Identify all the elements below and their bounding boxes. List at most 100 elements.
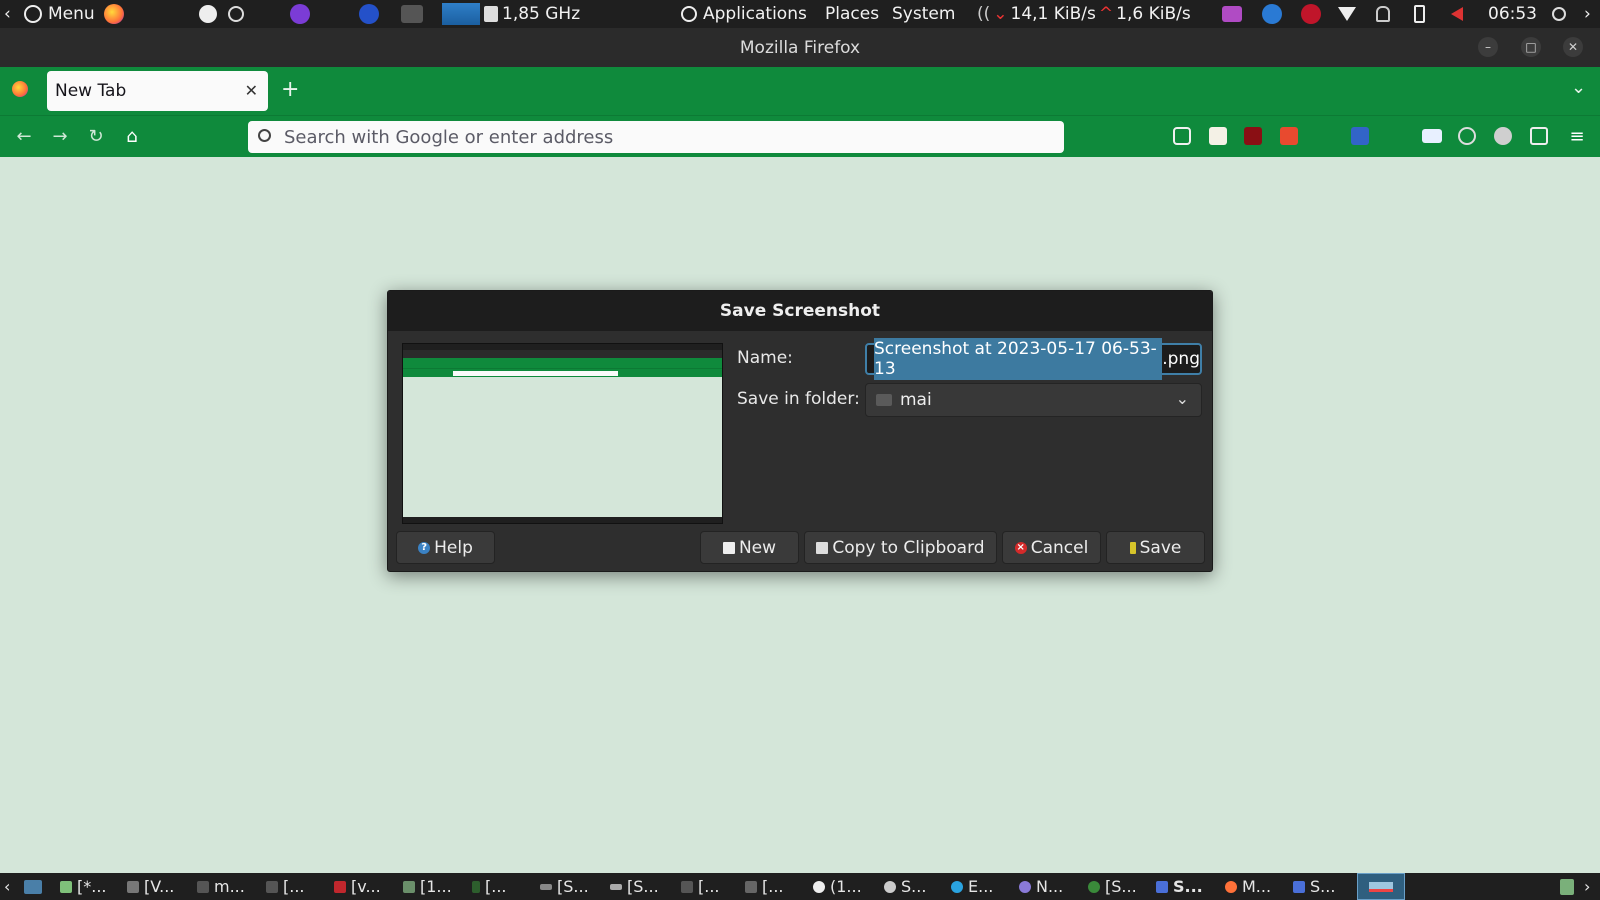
url-bar[interactable]: Search with Google or enter address [248, 121, 1064, 153]
minimize-icon[interactable]: – [1478, 37, 1498, 57]
text-editor-icon [60, 880, 72, 893]
filename-input[interactable]: Screenshot at 2023-05-17 06-53-13 .png [865, 338, 1202, 380]
extensions-puzzle-icon[interactable] [1530, 127, 1548, 145]
taskbar-item[interactable]: [... [472, 873, 507, 900]
translate-extension-icon[interactable] [1351, 127, 1369, 145]
maximize-icon[interactable]: □ [1521, 37, 1541, 57]
wifi-icon[interactable] [1338, 0, 1356, 28]
reload-icon[interactable]: ↻ [84, 124, 108, 148]
home-icon[interactable]: ⌂ [120, 124, 144, 148]
menu-label: Menu [48, 4, 95, 24]
hamburger-menu-icon[interactable]: ≡ [1565, 124, 1589, 148]
panel-right-arrow-icon[interactable]: › [1584, 0, 1591, 28]
taskbar-item[interactable]: N... [1019, 873, 1063, 900]
applications-label: Applications [703, 4, 807, 24]
cloud-extension-icon[interactable] [1494, 127, 1512, 145]
taskbar-item[interactable]: [V... [127, 873, 174, 900]
save-arrow-icon [1129, 541, 1136, 554]
terminal-icon [266, 880, 278, 893]
opera-icon [813, 880, 825, 893]
firefox-launcher-icon[interactable] [104, 0, 124, 28]
forward-arrow-icon[interactable]: → [48, 124, 72, 148]
taskbar-item[interactable]: [v... [334, 873, 381, 900]
menu-button[interactable]: Menu [24, 0, 95, 28]
net-down-text: 14,1 KiB/s [1010, 4, 1096, 24]
taskbar-item[interactable]: (1... [813, 873, 862, 900]
clock[interactable]: 06:53 [1488, 0, 1537, 28]
taskbar-item[interactable]: [S... [1088, 873, 1137, 900]
new-document-icon [722, 541, 735, 554]
close-window-icon[interactable]: ✕ [1563, 37, 1583, 57]
window-title: Mozilla Firefox [739, 37, 861, 58]
record-icon[interactable] [1301, 0, 1321, 28]
taskbar-left-arrow-icon[interactable]: ‹ [4, 873, 10, 900]
save-button[interactable]: Save [1106, 531, 1205, 564]
pocket-icon[interactable] [1173, 127, 1191, 145]
applications-menu[interactable]: Applications [681, 0, 807, 28]
firefox-view-icon[interactable] [12, 81, 28, 97]
power-icon[interactable] [1552, 0, 1566, 28]
notifications-icon[interactable] [1376, 0, 1390, 28]
save-folder-combo[interactable]: mai ⌄ [865, 383, 1202, 417]
taskbar-item[interactable]: [... [266, 873, 305, 900]
ublock-icon[interactable] [1244, 127, 1262, 145]
back-arrow-icon[interactable]: ← [12, 124, 36, 148]
net-up-text: 1,6 KiB/s [1116, 4, 1191, 24]
terminal-icon [681, 880, 693, 893]
url-placeholder: Search with Google or enter address [284, 126, 614, 148]
taskbar-item[interactable]: [*... [60, 873, 107, 900]
panel-left-arrow-icon[interactable]: ‹ [4, 0, 11, 28]
navigation-toolbar: ← → ↻ ⌂ Search with Google or enter addr… [0, 115, 1600, 157]
globe-extension-icon[interactable] [1458, 127, 1476, 145]
taskbar-item[interactable]: [... [745, 873, 784, 900]
mint-logo-icon [24, 5, 42, 23]
new-button[interactable]: New [700, 531, 799, 564]
weather-icon[interactable] [1262, 0, 1282, 28]
list-all-tabs-chevron-icon[interactable]: ⌄ [1571, 77, 1586, 98]
app-icon [472, 880, 480, 893]
opera-icon[interactable] [359, 0, 379, 28]
down-arrow-icon: ⌄ [993, 4, 1008, 24]
taskbar-item[interactable]: [... [681, 873, 720, 900]
dialog-title: Save Screenshot [388, 291, 1212, 331]
accessibility-icon[interactable] [199, 0, 217, 28]
places-menu[interactable]: Places [825, 0, 879, 28]
help-button[interactable]: ? Help [396, 531, 495, 564]
taskbar-item[interactable]: [S... [610, 873, 659, 900]
cancel-button[interactable]: × Cancel [1002, 531, 1101, 564]
taskbar-item[interactable]: [S... [540, 873, 589, 900]
copy-to-clipboard-button[interactable]: Copy to Clipboard [804, 531, 997, 564]
taskbar-item[interactable]: S... [1293, 873, 1335, 900]
js-toggle-icon[interactable] [1280, 127, 1298, 145]
volume-icon[interactable] [1451, 0, 1463, 28]
app-icon [127, 880, 139, 893]
workspace-icon [1369, 881, 1393, 892]
media-app-icon[interactable] [1222, 0, 1242, 28]
workspace-switcher[interactable] [1357, 873, 1405, 900]
id-extension-icon[interactable] [1422, 129, 1442, 143]
app-icon [610, 883, 622, 890]
app-icon [1019, 880, 1031, 893]
folder-value: mai [900, 390, 932, 410]
battery-icon[interactable] [1414, 0, 1425, 28]
tab-new-tab[interactable]: New Tab ✕ [47, 71, 268, 111]
screenshot-app-icon [1293, 880, 1305, 893]
taskbar-item[interactable]: m... [197, 873, 245, 900]
bottom-taskbar: ‹ [*... [V... m... [... [v... [1... [...… [0, 873, 1600, 900]
terminal-icon[interactable] [401, 0, 423, 28]
extension-note-icon[interactable] [1209, 127, 1227, 145]
system-menu[interactable]: System [892, 0, 955, 28]
taskbar-item[interactable]: S... [884, 873, 926, 900]
tab-close-icon[interactable]: ✕ [245, 81, 258, 100]
podcast-icon[interactable] [290, 0, 310, 28]
taskbar-item[interactable]: M... [1225, 873, 1271, 900]
trash-icon[interactable] [1560, 873, 1574, 900]
settings-gears-icon[interactable] [228, 0, 244, 28]
taskbar-item[interactable]: [1... [403, 873, 452, 900]
new-tab-plus-icon[interactable]: + [281, 77, 299, 102]
taskbar-right-arrow-icon[interactable]: › [1584, 873, 1590, 900]
taskbar-item[interactable]: E... [951, 873, 993, 900]
save-label: Save [1139, 537, 1182, 558]
taskbar-item[interactable]: S... [1156, 873, 1203, 900]
show-desktop-icon[interactable] [24, 873, 42, 900]
